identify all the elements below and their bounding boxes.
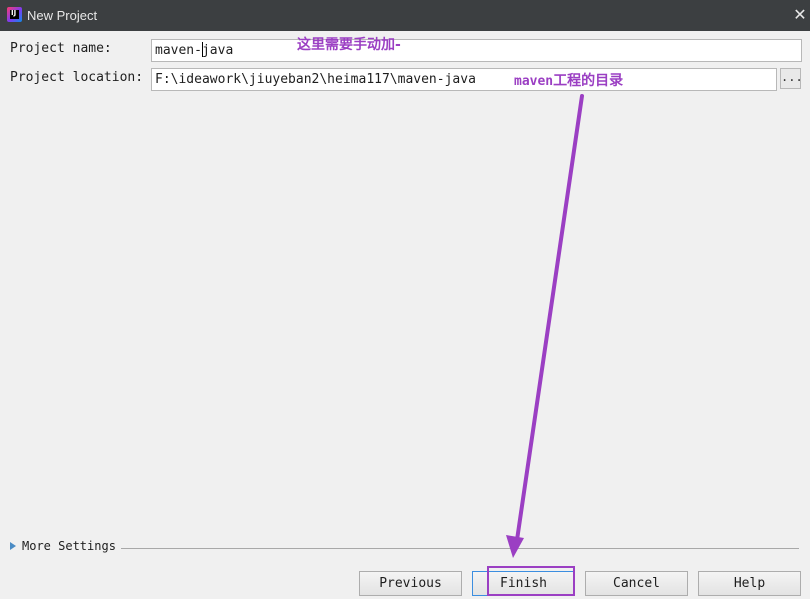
project-name-input[interactable]: maven-java bbox=[151, 39, 802, 62]
cancel-button[interactable]: Cancel bbox=[585, 571, 688, 596]
annotation-location-prefix: maven bbox=[514, 74, 554, 89]
help-button[interactable]: Help bbox=[698, 571, 801, 596]
annotation-location-suffix: 工程的目录 bbox=[553, 73, 624, 89]
project-location-value: F:\ideawork\jiuyeban2\heima117\maven-jav… bbox=[155, 72, 476, 87]
title-bar: IJ New Project ✕ bbox=[0, 0, 810, 31]
divider bbox=[121, 548, 799, 549]
window-title: New Project bbox=[27, 8, 98, 23]
annotation-location-note: maven工程的目录 bbox=[514, 70, 623, 90]
browse-button[interactable]: ... bbox=[780, 68, 803, 89]
annotation-name-note: 这里需要手动加- bbox=[297, 37, 401, 53]
intellij-idea-icon: IJ bbox=[7, 7, 22, 22]
previous-button[interactable]: Previous bbox=[359, 571, 462, 596]
project-location-input[interactable]: F:\ideawork\jiuyeban2\heima117\maven-jav… bbox=[151, 68, 777, 91]
more-settings-label: More Settings bbox=[22, 539, 116, 553]
more-settings-toggle[interactable]: More Settings bbox=[10, 539, 116, 553]
project-name-label: Project name: bbox=[10, 41, 112, 56]
project-name-value-start: maven- bbox=[155, 43, 202, 58]
expand-arrow-icon bbox=[10, 542, 16, 550]
project-location-label: Project location: bbox=[10, 70, 144, 85]
annotation-highlight-box bbox=[487, 566, 575, 596]
project-name-value-end: java bbox=[201, 43, 234, 58]
close-icon[interactable]: ✕ bbox=[790, 0, 810, 31]
